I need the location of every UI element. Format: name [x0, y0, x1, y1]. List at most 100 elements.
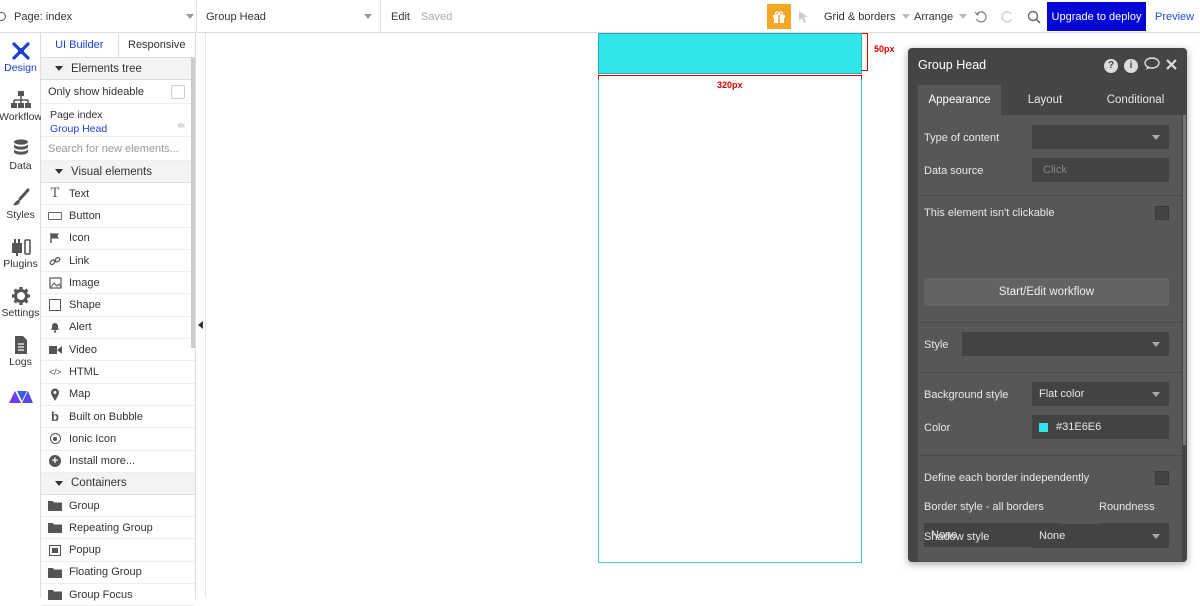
style-dropdown[interactable] — [962, 332, 1169, 356]
list-item-label: Ionic Icon — [69, 432, 117, 445]
tab-ui-builder[interactable]: UI Builder — [41, 33, 119, 57]
list-item[interactable]: Shape — [41, 294, 195, 317]
nav-design[interactable]: Design — [0, 40, 41, 88]
map-pin-icon — [48, 387, 62, 401]
list-item[interactable]: Ionic Icon — [41, 428, 195, 451]
grid-borders-menu[interactable]: Grid & borders — [824, 0, 910, 33]
only-show-hideable-checkbox[interactable] — [171, 84, 185, 99]
top-toolbar: Page: index Group Head Edit Saved Grid &… — [0, 0, 1200, 33]
tab-responsive[interactable]: Responsive — [119, 33, 196, 57]
flag-icon — [48, 231, 62, 245]
list-item[interactable]: Popup — [41, 539, 195, 562]
caret-left-icon — [198, 321, 203, 329]
redo-icon[interactable] — [1000, 0, 1014, 33]
start-edit-workflow-button[interactable]: Start/Edit workflow — [924, 278, 1169, 306]
search-icon[interactable] — [1027, 0, 1041, 33]
help-icon[interactable]: ? — [1104, 58, 1118, 73]
search-elements-input[interactable]: Search for new elements... — [41, 137, 195, 161]
eye-icon[interactable] — [177, 123, 185, 128]
nav-workflow[interactable]: Workflow — [0, 89, 42, 137]
visual-elements-header[interactable]: Visual elements — [41, 161, 195, 183]
arrange-label: Arrange — [914, 10, 954, 23]
close-icon[interactable] — [1166, 58, 1177, 73]
page-selector[interactable]: Page: index — [0, 0, 196, 33]
visual-elements-list: T Text Button Icon Link Image Shape Alert… — [41, 183, 195, 473]
nav-logs[interactable]: Logs — [0, 334, 41, 382]
panel-scrollbar[interactable] — [191, 58, 195, 348]
group-head-element[interactable] — [598, 33, 862, 74]
tree-item-page[interactable]: Page index — [50, 108, 186, 122]
property-scrollbar[interactable] — [1183, 115, 1186, 445]
data-source-label: Data source — [924, 165, 984, 177]
list-item[interactable]: </> HTML — [41, 361, 195, 384]
list-item[interactable]: Image — [41, 272, 195, 295]
list-item[interactable]: Alert — [41, 317, 195, 340]
logs-icon — [13, 334, 29, 356]
folder-icon — [48, 565, 62, 579]
list-item-label: Repeating Group — [69, 521, 153, 534]
tree-item-group-head[interactable]: Group Head — [50, 122, 186, 136]
elements-tree-header[interactable]: Elements tree — [41, 58, 195, 80]
chevron-down-icon — [959, 14, 968, 19]
list-item[interactable]: Icon — [41, 228, 195, 250]
background-style-value: Flat color — [1039, 388, 1085, 400]
bubble-logo-icon[interactable] — [0, 388, 41, 412]
collapse-panel-handle[interactable] — [196, 33, 206, 598]
info-icon[interactable]: i — [1124, 58, 1138, 73]
list-item-label: HTML — [69, 366, 99, 379]
list-item[interactable]: Video — [41, 339, 195, 362]
list-item[interactable]: Map — [41, 384, 195, 406]
list-item[interactable]: Button — [41, 205, 195, 228]
nav-data-label: Data — [9, 160, 32, 172]
shadow-style-dropdown[interactable]: None — [1032, 524, 1169, 548]
background-style-dropdown[interactable]: Flat color — [1032, 382, 1169, 406]
list-item[interactable]: + Install more... — [41, 451, 195, 473]
property-editor-header[interactable]: Group Head ? i — [908, 48, 1187, 82]
preview-link[interactable]: Preview — [1155, 0, 1194, 33]
tab-layout[interactable]: Layout — [1001, 85, 1089, 115]
appearance-panel: Type of content Data source Click This e… — [918, 115, 1182, 562]
undo-icon[interactable] — [974, 0, 988, 33]
text-icon: T — [50, 186, 60, 202]
video-icon — [48, 343, 62, 357]
tab-conditional[interactable]: Conditional — [1089, 85, 1182, 115]
list-item[interactable]: Link — [41, 250, 195, 273]
data-icon — [13, 138, 29, 160]
list-item[interactable]: Group — [41, 495, 195, 518]
not-clickable-checkbox[interactable] — [1155, 206, 1169, 220]
pointer-icon[interactable] — [798, 0, 810, 33]
type-of-content-dropdown[interactable] — [1032, 125, 1169, 149]
list-item[interactable]: Floating Group — [41, 562, 195, 585]
list-item[interactable]: Repeating Group — [41, 517, 195, 540]
list-item[interactable]: T Text — [41, 183, 195, 206]
nav-data[interactable]: Data — [0, 138, 41, 186]
link-icon — [48, 254, 62, 268]
gift-icon[interactable] — [767, 4, 791, 29]
containers-header[interactable]: Containers — [41, 472, 195, 495]
border-independent-checkbox[interactable] — [1155, 471, 1169, 485]
list-item-label: Floating Group — [69, 566, 142, 579]
data-source-field[interactable]: Click — [1032, 158, 1169, 182]
color-picker[interactable]: #31E6E6 — [1032, 415, 1169, 439]
list-item[interactable]: Group Focus — [41, 584, 195, 606]
nav-settings[interactable]: Settings — [0, 285, 41, 333]
list-item-label: Image — [69, 276, 100, 289]
arrange-menu[interactable]: Arrange — [914, 0, 968, 33]
folder-icon — [48, 588, 62, 602]
upgrade-button[interactable]: Upgrade to deploy — [1047, 2, 1146, 31]
list-item[interactable]: b Built on Bubble — [41, 406, 195, 429]
type-of-content-label: Type of content — [924, 132, 1000, 144]
border-independent-label: Define each border independently — [924, 472, 1090, 484]
chevron-down-icon — [901, 14, 910, 19]
page-canvas[interactable] — [598, 33, 862, 563]
tab-appearance[interactable]: Appearance — [918, 85, 1001, 115]
nav-styles[interactable]: Styles — [0, 187, 41, 235]
element-selector[interactable]: Group Head — [206, 0, 380, 33]
edit-menu[interactable]: Edit — [391, 0, 410, 33]
elements-tree: Page index Group Head — [41, 104, 195, 137]
bell-icon — [48, 320, 62, 334]
nav-plugins[interactable]: Plugins — [0, 236, 41, 284]
comment-icon[interactable] — [1144, 57, 1160, 74]
nav-plugins-label: Plugins — [3, 258, 38, 270]
header-icons: ? i — [1104, 57, 1177, 74]
